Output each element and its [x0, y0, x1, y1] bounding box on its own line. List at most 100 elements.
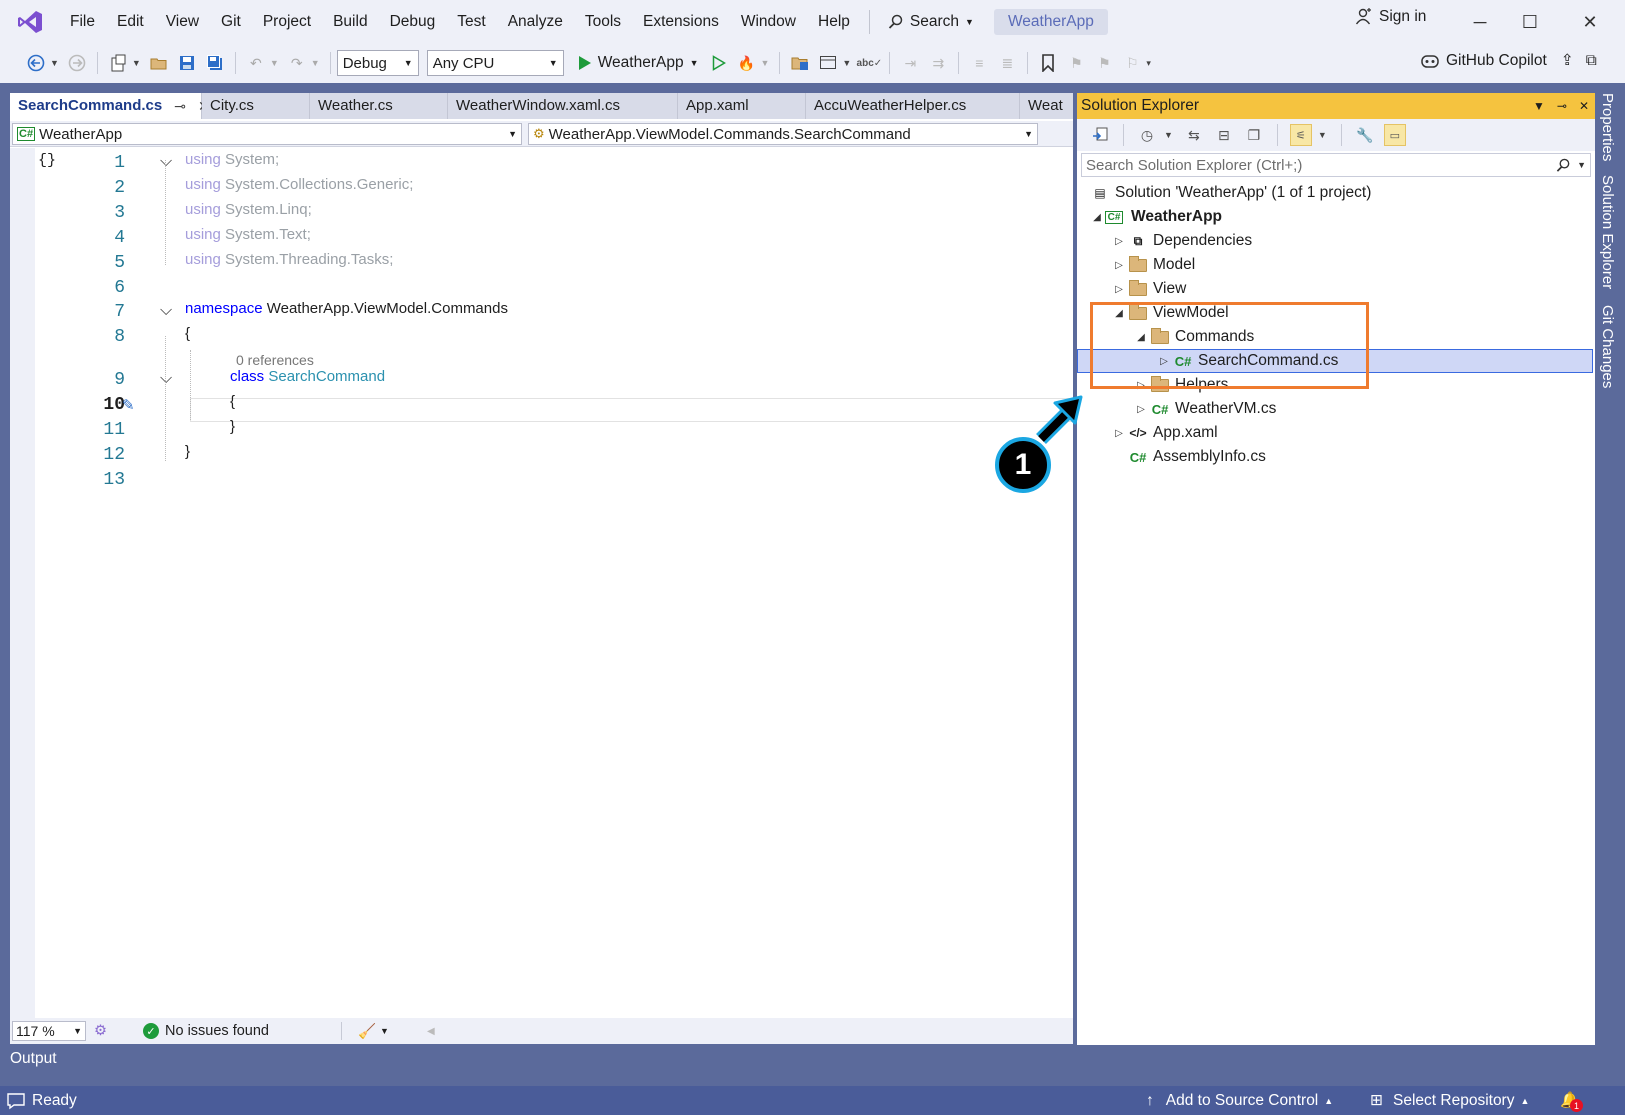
code-line[interactable]: using System.Collections.Generic;	[185, 176, 413, 193]
save-icon[interactable]	[176, 52, 198, 74]
show-all-files-icon[interactable]: ❐	[1243, 124, 1265, 146]
git-changes-rail-tab[interactable]: Git Changes	[1599, 305, 1616, 388]
tree-item[interactable]: C# AssemblyInfo.cs	[1111, 445, 1266, 469]
share-icon[interactable]: ⇪	[1561, 51, 1574, 70]
pin-icon[interactable]: ⊸	[174, 93, 186, 119]
chevron-down-icon[interactable]: ▼	[50, 58, 59, 68]
tab-searchcommand[interactable]: SearchCommand.cs ⊸ ✕	[10, 93, 210, 119]
solution-platform-select[interactable]: Any CPU ▼	[426, 50, 564, 76]
preview-selected-items-icon[interactable]: ⚟	[1289, 124, 1312, 146]
bookmark-icon[interactable]	[1037, 52, 1059, 74]
undo-icon[interactable]: ↶	[245, 52, 267, 74]
code-cleanup-icon[interactable]: 🧹	[358, 1023, 376, 1040]
code-line[interactable]: using System.Text;	[185, 226, 311, 243]
code-line[interactable]: }	[230, 418, 235, 435]
properties-rail-tab[interactable]: Properties	[1599, 93, 1616, 161]
feedback-icon[interactable]: ⧉	[1586, 52, 1597, 70]
tab-weathervm-truncated[interactable]: Weat	[1020, 93, 1073, 119]
code-line[interactable]: }	[185, 443, 190, 460]
tree-item[interactable]: ▷ View	[1111, 277, 1186, 301]
fold-namespace-toggle[interactable]: ⌵	[160, 302, 172, 320]
close-icon[interactable]: ✕	[1579, 99, 1589, 113]
tree-item[interactable]: ◢ C# WeatherApp	[1089, 205, 1222, 229]
step-over-icon[interactable]: ⇉	[927, 52, 949, 74]
solution-configuration-select[interactable]: Debug ▼	[336, 50, 419, 76]
menu-build[interactable]: Build	[322, 6, 378, 38]
tree-item[interactable]: ▷ C# WeatherVM.cs	[1133, 397, 1276, 421]
open-folder-icon[interactable]	[148, 52, 170, 74]
pin-icon[interactable]: ⊸	[1557, 99, 1567, 113]
tree-item[interactable]: ▷ ⧉ Dependencies	[1111, 229, 1252, 253]
github-copilot-button[interactable]: GitHub Copilot ⇪ ⧉	[1420, 51, 1597, 70]
chevron-down-icon[interactable]: ▼	[380, 1026, 389, 1036]
window-position-icon[interactable]: ▼	[1533, 99, 1545, 113]
menu-debug[interactable]: Debug	[379, 6, 447, 38]
project-nav-select[interactable]: C# WeatherApp ▼	[12, 123, 522, 145]
solution-explorer-rail-tab[interactable]: Solution Explorer	[1599, 175, 1616, 289]
window-layout-icon[interactable]	[817, 52, 839, 74]
code-line[interactable]: using System.Linq;	[185, 201, 312, 218]
navigate-forward-icon[interactable]	[66, 52, 88, 74]
sign-in-button[interactable]: Sign in	[1355, 8, 1426, 26]
quick-actions-brush-icon[interactable]: ✎	[122, 396, 135, 414]
codelens-references[interactable]: 0 references	[236, 352, 314, 368]
redo-icon[interactable]: ↷	[286, 52, 308, 74]
collapsed-arrow-icon[interactable]: ▷	[1133, 404, 1149, 415]
fold-class-toggle[interactable]: ⌵	[160, 370, 172, 388]
minimize-button[interactable]: ─	[1465, 8, 1495, 36]
menu-help[interactable]: Help	[807, 6, 861, 38]
code-text-area[interactable]	[35, 148, 1073, 1018]
expanded-arrow-icon[interactable]: ◢	[1089, 212, 1105, 223]
start-debugging-button[interactable]: WeatherApp ▼	[578, 54, 699, 72]
maximize-button[interactable]: ☐	[1515, 8, 1545, 36]
uncomment-lines-icon[interactable]: ≣	[996, 52, 1018, 74]
scroll-left-icon[interactable]: ◀	[427, 1026, 435, 1037]
menu-file[interactable]: File	[59, 6, 106, 38]
sync-with-document-icon[interactable]: ⇆	[1183, 124, 1205, 146]
type-nav-select[interactable]: ⚙ WeatherApp.ViewModel.Commands.SearchCo…	[528, 123, 1038, 145]
chevron-down-icon[interactable]: ▼	[842, 58, 851, 68]
close-window-button[interactable]: ✕	[1575, 8, 1605, 36]
preview-pane-icon[interactable]: ▭	[1383, 124, 1406, 146]
next-bookmark-icon[interactable]: ⚑	[1093, 52, 1115, 74]
properties-wrench-icon[interactable]: 🔧	[1354, 124, 1376, 146]
tree-item[interactable]: ▷ </> App.xaml	[1111, 421, 1217, 445]
menu-analyze[interactable]: Analyze	[497, 6, 574, 38]
solution-explorer-search-input[interactable]: Search Solution Explorer (Ctrl+;) ▼	[1081, 153, 1591, 177]
tab-appxaml[interactable]: App.xaml	[678, 93, 806, 119]
collapsed-arrow-icon[interactable]: ▷	[1111, 236, 1127, 247]
code-line[interactable]: using System.Threading.Tasks;	[185, 251, 393, 268]
code-line[interactable]: using System;	[185, 151, 279, 168]
collapsed-arrow-icon[interactable]: ▷	[1111, 284, 1127, 295]
zoom-select[interactable]: 117 % ▼	[12, 1021, 86, 1041]
global-search[interactable]: Search ▼	[878, 13, 984, 31]
code-line[interactable]: {	[230, 393, 235, 410]
navigate-back-icon[interactable]	[25, 52, 47, 74]
menu-view[interactable]: View	[155, 6, 210, 38]
collapsed-arrow-icon[interactable]: ▷	[1111, 428, 1127, 439]
menu-window[interactable]: Window	[730, 6, 807, 38]
menu-edit[interactable]: Edit	[106, 6, 155, 38]
solution-name-badge[interactable]: WeatherApp	[993, 8, 1108, 35]
menu-extensions[interactable]: Extensions	[632, 6, 730, 38]
collapsed-arrow-icon[interactable]: ▷	[1111, 260, 1127, 271]
chevron-down-icon[interactable]: ▼	[311, 58, 320, 68]
spell-check-icon[interactable]: abc✓	[857, 52, 883, 74]
add-to-source-control-button[interactable]: ↑ Add to Source Control ▲	[1146, 1092, 1333, 1110]
step-into-icon[interactable]: ⇥	[899, 52, 921, 74]
chevron-down-icon[interactable]: ▼	[1318, 130, 1327, 140]
chevron-down-icon[interactable]: ▼	[1164, 130, 1173, 140]
intellicode-icon[interactable]: ⚙	[94, 1023, 107, 1039]
code-line[interactable]: {	[185, 325, 190, 342]
start-without-debugging-icon[interactable]	[708, 52, 730, 74]
menu-git[interactable]: Git	[210, 6, 252, 38]
comment-lines-icon[interactable]: ≡	[968, 52, 990, 74]
chevron-down-icon[interactable]: ▼	[761, 58, 770, 68]
tab-weatherwindow[interactable]: WeatherWindow.xaml.cs	[448, 93, 678, 119]
fold-using-toggle[interactable]: ⌵	[160, 153, 172, 171]
notifications-button[interactable]: 🔔 1	[1560, 1091, 1583, 1112]
issues-label[interactable]: No issues found	[165, 1023, 269, 1039]
chevron-down-icon[interactable]: ▼	[132, 58, 141, 68]
code-line[interactable]: namespace WeatherApp.ViewModel.Commands	[185, 300, 508, 317]
select-repository-button[interactable]: ⊞ Select Repository ▲	[1370, 1091, 1529, 1110]
